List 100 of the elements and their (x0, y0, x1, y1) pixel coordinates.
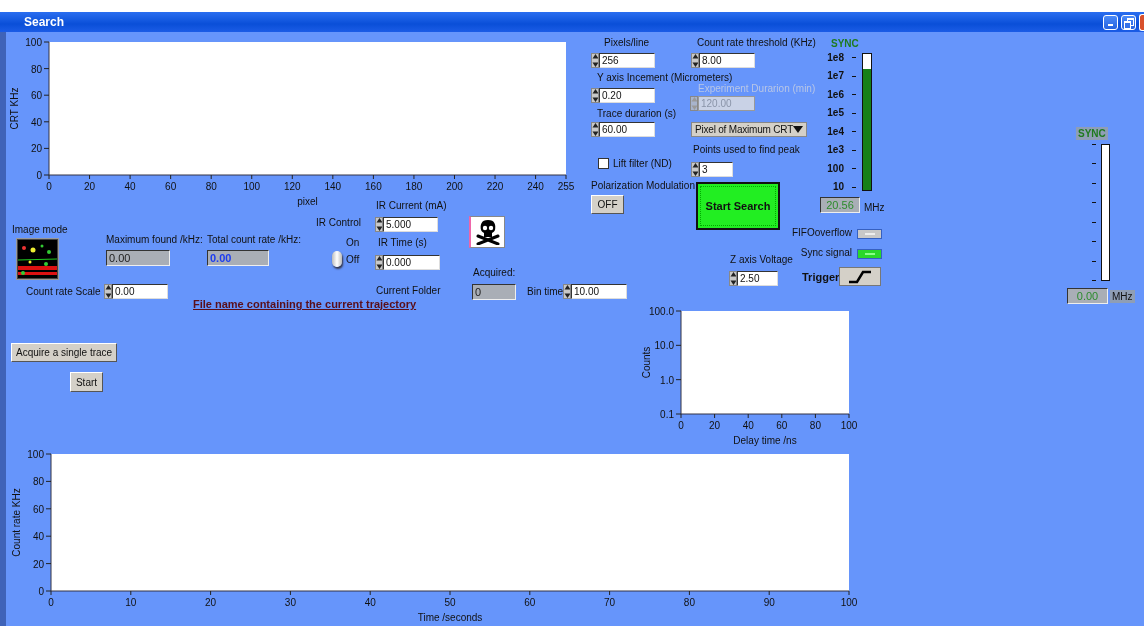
scale-label: 1e7 (827, 71, 844, 82)
tick-label: 10 (125, 597, 137, 608)
unit-label: MHz (864, 202, 885, 213)
start-button[interactable]: Start (70, 372, 103, 392)
led-label: FIFOoverflow (791, 227, 852, 238)
spinner-icon[interactable] (563, 284, 571, 299)
tick-label: 60 (30, 90, 42, 102)
spinner-icon[interactable] (375, 255, 383, 270)
trigger-button[interactable] (839, 267, 881, 286)
tick-label: 40 (30, 116, 42, 128)
control-label: Experiment Durarion (min) (698, 83, 816, 94)
value-display: 0.00 (106, 250, 170, 266)
axis-title: Count rate KHz (11, 488, 22, 557)
spinner-icon[interactable] (375, 217, 383, 232)
numeric-field[interactable]: 8.00 (699, 53, 755, 68)
switch-label: Off (346, 254, 360, 265)
scale-label: 1e4 (827, 126, 844, 137)
tick-label: 40 (742, 420, 754, 431)
tick-label: 220 (486, 181, 504, 192)
numeric-field[interactable]: 2.50 (737, 271, 778, 286)
tick-label: 80 (30, 63, 42, 75)
close-button[interactable] (1139, 13, 1144, 31)
tick-label: 120 (283, 181, 301, 192)
control-label: Bin time (527, 286, 564, 297)
reading-display: 0.00 (1067, 288, 1108, 304)
file-name-link[interactable]: File name containing the current trajectory (193, 298, 417, 310)
control-label: Trigger (802, 271, 840, 283)
acquire-button[interactable]: Acquire a single trace (11, 343, 118, 362)
numeric-field[interactable]: 0.00 (112, 284, 168, 299)
numeric-field[interactable]: 5.000 (383, 217, 438, 232)
scale-label: 10 (832, 181, 844, 192)
toggle-button[interactable]: OFF (591, 195, 624, 214)
switch-label: On (346, 237, 360, 248)
control-label: Image mode (12, 224, 68, 235)
window-title: Search (24, 15, 65, 29)
tick-label: 100 (27, 449, 44, 460)
tick-label: 20 (709, 420, 721, 431)
tick-label: 0 (678, 420, 684, 431)
axis-title: CRT KHz (9, 87, 20, 130)
tick-label: 20 (32, 558, 44, 570)
dropdown[interactable]: Pixel of Maximum CRT (691, 122, 807, 137)
tick-label: 160 (365, 181, 382, 192)
spinner-icon[interactable] (729, 271, 737, 286)
spinner-icon[interactable] (691, 162, 699, 177)
tick-label: 80 (32, 476, 44, 488)
start-search-button[interactable]: Start Search (696, 182, 780, 230)
skull-button[interactable] (469, 216, 505, 248)
tick-label: 90 (763, 597, 775, 608)
spinner-icon[interactable] (591, 122, 599, 137)
control-label: Trace durarion (s) (597, 108, 677, 119)
image-mode-button[interactable] (16, 238, 59, 280)
tick-label: 80 (683, 597, 695, 608)
numeric-field[interactable]: 3 (699, 162, 733, 177)
meter-title: SYNC (1076, 127, 1108, 140)
value-display: 0 (472, 284, 516, 300)
tick-label: 40 (32, 531, 44, 543)
skull-icon (474, 219, 501, 245)
spinner-icon[interactable] (691, 53, 699, 68)
axis-title: Time /seconds (417, 612, 483, 623)
minimize-button[interactable] (1103, 14, 1118, 30)
tick-label: 0.1 (660, 409, 674, 420)
numeric-field[interactable]: 60.00 (599, 122, 655, 137)
scatter-image-icon (18, 240, 57, 278)
reading-display: 20.56 (820, 197, 860, 213)
control-label: IR Time (s) (378, 237, 427, 248)
spinner-icon[interactable] (591, 53, 599, 68)
tick-label: 100 (243, 181, 261, 192)
restore-button[interactable] (1121, 14, 1136, 30)
spinner-icon[interactable] (591, 88, 599, 103)
tick-label: 100 (840, 420, 858, 431)
tick-label: 30 (284, 597, 296, 608)
tick-label: 240 (527, 181, 544, 192)
tick-label: 20 (84, 181, 96, 192)
scale-label: 1e3 (827, 145, 844, 156)
scale-label: 100 (827, 163, 844, 174)
tick-label: 20 (30, 143, 42, 155)
tick-label: 140 (324, 181, 342, 192)
tick-label: 60 (524, 597, 536, 608)
tick-label: 60 (32, 503, 44, 515)
tick-label: 20 (205, 597, 217, 608)
numeric-field[interactable]: 10.00 (571, 284, 627, 299)
tick-label: 50 (444, 597, 456, 608)
caret-icon (793, 126, 803, 133)
scale-label: 1e6 (827, 89, 844, 100)
tick-label: 0 (48, 597, 54, 608)
control-label: Count rate Scale (26, 286, 101, 297)
unit-label: MHz (1110, 290, 1135, 303)
spinner-icon[interactable] (104, 284, 112, 299)
tick-label: 40 (364, 597, 376, 608)
numeric-field[interactable]: 256 (599, 53, 655, 68)
control-label: IR Current (mA) (376, 200, 447, 211)
control-label: Y axis Incement (Micrometers) (597, 72, 733, 83)
numeric-field[interactable]: 0.000 (383, 255, 440, 270)
tick-label: 0 (46, 181, 52, 192)
scale-label: 1e5 (827, 108, 844, 119)
indicator-label: Maximum found /kHz: (106, 234, 203, 245)
checkbox[interactable] (598, 158, 609, 169)
tick-label: 60 (776, 420, 788, 431)
tick-label: 100 (840, 597, 858, 608)
numeric-field[interactable]: 0.20 (599, 88, 655, 103)
